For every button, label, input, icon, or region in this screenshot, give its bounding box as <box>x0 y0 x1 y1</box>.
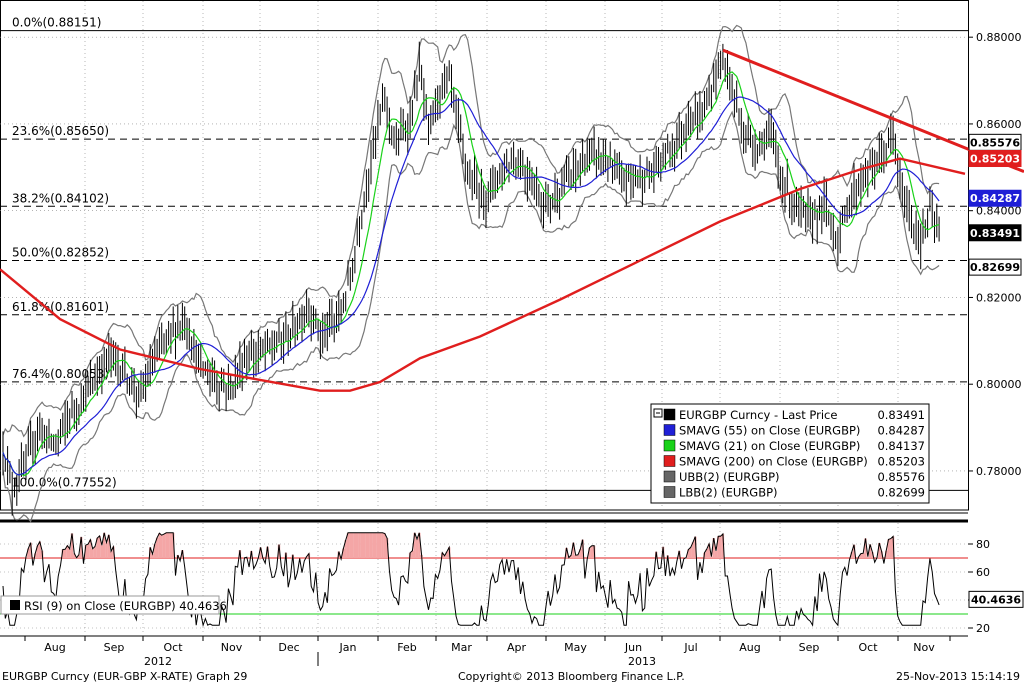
x-axis-month-label: Jun <box>624 641 642 654</box>
x-axis-month-label: Sep <box>799 641 820 654</box>
legend-series-value: 0.85576 <box>877 470 925 484</box>
legend-series-name: LBB(2) (EURGBP) <box>679 486 778 500</box>
legend-series-name: SMAVG (55) on Close (EURGBP) <box>679 424 860 438</box>
x-axis-month-label: Apr <box>507 641 527 654</box>
rsi-legend-label: RSI (9) on Close (EURGBP) 40.4636 <box>24 599 227 613</box>
price-tag: 0.82699 <box>968 258 1022 276</box>
rsi-legend-swatch <box>10 600 20 610</box>
legend-series-name: SMAVG (21) on Close (EURGBP) <box>679 439 860 453</box>
x-axis-month-label: Mar <box>451 641 472 654</box>
legend-series-value: 0.83491 <box>877 408 925 422</box>
legend-series-value: 0.84287 <box>877 424 925 438</box>
price-tag: 0.84287 <box>968 189 1022 207</box>
price-tag: 0.83491 <box>968 224 1022 242</box>
legend-swatch <box>663 408 676 421</box>
price-axis-label: 0.86000 <box>976 118 1022 131</box>
x-axis-month-label: Dec <box>278 641 299 654</box>
fib-label: 61.8%(0.81601) <box>12 300 109 314</box>
chart-window: 0.0%(0.88151) 23.6%(0.85650) 38.2%(0.84102… <box>0 0 1024 685</box>
price-tag-text: 0.85576 <box>970 136 1020 149</box>
legend-series-name: SMAVG (200) on Close (EURGBP) <box>679 455 868 469</box>
rsi-axis-label: 60 <box>976 566 990 579</box>
x-axis-month-label: Feb <box>397 641 416 654</box>
price-axis-label: 0.80000 <box>976 378 1022 391</box>
fib-label: 23.6%(0.85650) <box>12 124 109 138</box>
rsi-value-tag: 40.4636 <box>968 590 1024 608</box>
x-axis-year-label: 2012 <box>144 655 172 668</box>
x-axis-month-label: Jul <box>683 641 697 654</box>
eurgbp-chart: 0.0%(0.88151) 23.6%(0.85650) 38.2%(0.84102… <box>0 0 1024 683</box>
footer-right: 25-Nov-2013 15:14:19 <box>896 670 1020 683</box>
legend-series-value: 0.82699 <box>877 486 925 500</box>
x-axis-month-label: Jan <box>339 641 357 654</box>
sma-200-line <box>0 157 966 392</box>
legend-series-value: 0.84137 <box>877 439 925 453</box>
footer-left: EURGBP Curncy (EUR-GBP X-RATE) Graph 29 <box>2 670 247 683</box>
fib-label: 38.2%(0.84102) <box>12 191 109 205</box>
fib-label: 100.0%(0.77552) <box>12 475 117 489</box>
fib-label: 0.0%(0.88151) <box>12 16 101 30</box>
x-axis-month-label: Sep <box>104 641 125 654</box>
price-tag: 0.85576 <box>968 133 1022 151</box>
rsi-value-tag-text: 40.4636 <box>971 593 1021 606</box>
x-axis-year-label: 2013 <box>628 655 656 668</box>
legend-swatch <box>663 439 676 452</box>
price-tag-text: 0.84287 <box>970 192 1020 205</box>
rsi-axis-label: 80 <box>976 538 990 551</box>
price-tag-text: 0.82699 <box>970 261 1020 274</box>
legend-swatch <box>663 470 676 483</box>
legend-series-name: EURGBP Curncy - Last Price <box>679 408 837 422</box>
legend-series-name: UBB(2) (EURGBP) <box>679 470 780 484</box>
footer-center: Copyright© 2013 Bloomberg Finance L.P. <box>458 670 685 683</box>
legend-swatch <box>663 455 676 467</box>
legend-swatch <box>663 424 676 436</box>
legend-swatch <box>663 486 676 498</box>
price-axis-label: 0.78000 <box>976 465 1022 478</box>
price-axis-label: 0.82000 <box>976 291 1022 304</box>
collapse-box-icon[interactable] <box>653 408 663 418</box>
x-axis-month-label: Nov <box>221 641 243 654</box>
x-axis-month-label: May <box>564 641 587 654</box>
x-axis-month-label: Aug <box>739 641 760 654</box>
x-axis-month-label: Oct <box>163 641 183 654</box>
price-tag-text: 0.83491 <box>970 227 1020 240</box>
fib-label: 50.0%(0.82852) <box>12 245 109 259</box>
price-tag: 0.85203 <box>968 150 1022 168</box>
price-axis-label: 0.88000 <box>976 31 1022 44</box>
x-axis-month-label: Aug <box>44 641 65 654</box>
x-axis-month-label: Oct <box>858 641 878 654</box>
price-tag-text: 0.85203 <box>970 153 1020 166</box>
rsi-axis-label: 20 <box>976 622 990 635</box>
x-axis-month-label: Nov <box>913 641 935 654</box>
legend-series-value: 0.85203 <box>877 455 925 469</box>
